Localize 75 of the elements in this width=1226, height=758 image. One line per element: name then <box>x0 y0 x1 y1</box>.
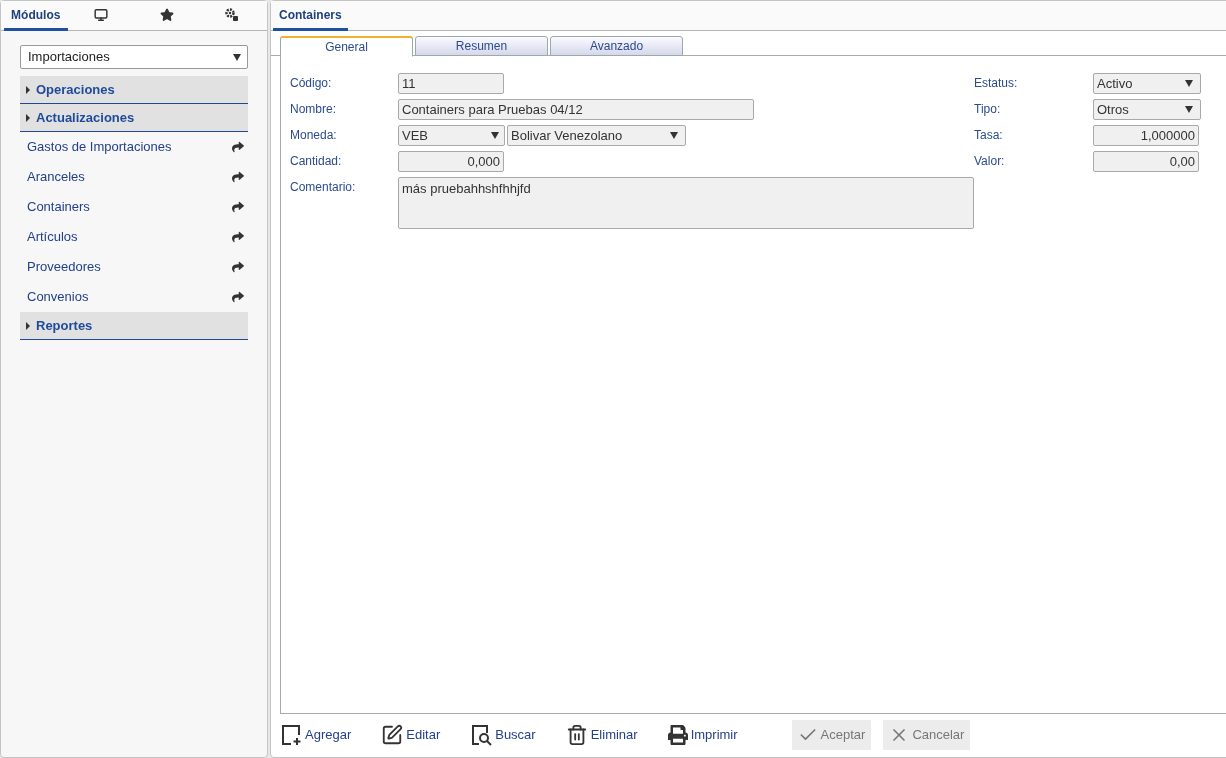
field-label: Tipo: <box>974 101 1002 118</box>
section-label: Operaciones <box>36 80 115 99</box>
dropdown-value: Importaciones <box>28 48 110 67</box>
field-label: Valor: <box>974 153 1006 170</box>
menu-section[interactable]: Reportes <box>20 312 248 340</box>
dropdown[interactable]: Otros <box>1093 99 1201 120</box>
menu-item-label: Convenios <box>27 288 89 307</box>
share-arrow-icon <box>232 171 244 183</box>
dropdown-value: VEB <box>402 126 428 145</box>
dropdown-arrow-icon <box>233 53 241 61</box>
field-label: Comentario: <box>290 179 357 196</box>
printer-icon <box>667 725 688 745</box>
input-field[interactable]: Containers para Pruebas 04/12 <box>398 99 754 120</box>
dropdown-arrow-icon <box>1185 106 1193 113</box>
menu-item[interactable]: Convenios <box>20 282 248 312</box>
form-tab[interactable]: Avanzado <box>550 36 683 56</box>
add-icon <box>280 724 302 746</box>
share-arrow-icon <box>232 291 244 303</box>
dropdown-arrow-icon <box>1185 80 1193 87</box>
comment-field[interactable]: más pruebahhshfhhjfd <box>398 177 974 229</box>
document-tab[interactable]: Containers <box>273 1 348 31</box>
field-label: Estatus: <box>974 75 1019 92</box>
field-label: Nombre: <box>290 101 337 118</box>
edit-icon <box>381 724 404 746</box>
menu-item-label: Artículos <box>27 228 78 247</box>
toolbar-button[interactable]: Imprimir <box>665 720 754 750</box>
menu-item-label: Containers <box>27 198 90 217</box>
toolbar-button[interactable]: Eliminar <box>563 720 654 750</box>
menu-item[interactable]: Proveedores <box>20 252 248 282</box>
menu-item-label: Aranceles <box>27 168 85 187</box>
share-arrow-icon <box>232 231 244 243</box>
toolbar-button[interactable]: Editar <box>379 720 457 750</box>
sidebar-tab[interactable]: Módulos <box>4 1 68 31</box>
star-icon <box>159 7 174 22</box>
menu-section[interactable]: Actualizaciones <box>20 104 248 132</box>
expand-arrow-icon <box>26 321 30 330</box>
input-field[interactable]: 1,000000 <box>1093 125 1199 146</box>
dropdown[interactable]: VEB <box>398 125 505 146</box>
module-dropdown[interactable]: Importaciones <box>20 45 248 69</box>
dropdown-arrow-icon <box>670 132 678 139</box>
toolbar-button[interactable]: Agregar <box>278 720 368 750</box>
field-label: Tasa: <box>974 127 1004 144</box>
menu-item[interactable]: Aranceles <box>20 162 248 192</box>
trash-icon <box>565 724 588 746</box>
share-arrow-icon <box>232 201 244 213</box>
form-tab[interactable]: General <box>280 36 413 57</box>
expand-arrow-icon <box>26 113 30 122</box>
dropdown-arrow-icon <box>491 132 499 139</box>
menu-item-label: Gastos de Importaciones <box>27 138 172 157</box>
section-label: Reportes <box>36 316 93 335</box>
gears-icon <box>225 7 240 22</box>
menu-item[interactable]: Gastos de Importaciones <box>20 132 248 162</box>
input-field[interactable]: 0,00 <box>1093 151 1199 172</box>
dropdown[interactable]: Activo <box>1093 73 1201 94</box>
dropdown[interactable]: Bolivar Venezolano <box>507 125 686 146</box>
dropdown-value: Activo <box>1097 74 1133 93</box>
share-arrow-icon <box>232 141 244 153</box>
input-field[interactable]: 0,000 <box>398 151 504 172</box>
menu-section[interactable]: Operaciones <box>20 76 248 104</box>
dropdown-value: Otros <box>1097 100 1129 119</box>
search-icon <box>470 724 493 746</box>
field-label: Moneda: <box>290 127 338 144</box>
section-label: Actualizaciones <box>36 108 135 127</box>
input-field[interactable]: 11 <box>398 73 504 94</box>
toolbar-button[interactable]: Buscar <box>468 720 552 750</box>
menu-item[interactable]: Artículos <box>20 222 248 252</box>
menu-item[interactable]: Containers <box>20 192 248 222</box>
form-tab[interactable]: Resumen <box>415 36 548 56</box>
monitor-icon <box>94 7 109 22</box>
expand-arrow-icon <box>26 85 30 94</box>
field-label: Cantidad: <box>290 153 343 170</box>
menu-item-label: Proveedores <box>27 258 101 277</box>
share-arrow-icon <box>232 261 244 273</box>
field-label: Código: <box>290 75 333 92</box>
dropdown-value: Bolivar Venezolano <box>511 126 623 145</box>
